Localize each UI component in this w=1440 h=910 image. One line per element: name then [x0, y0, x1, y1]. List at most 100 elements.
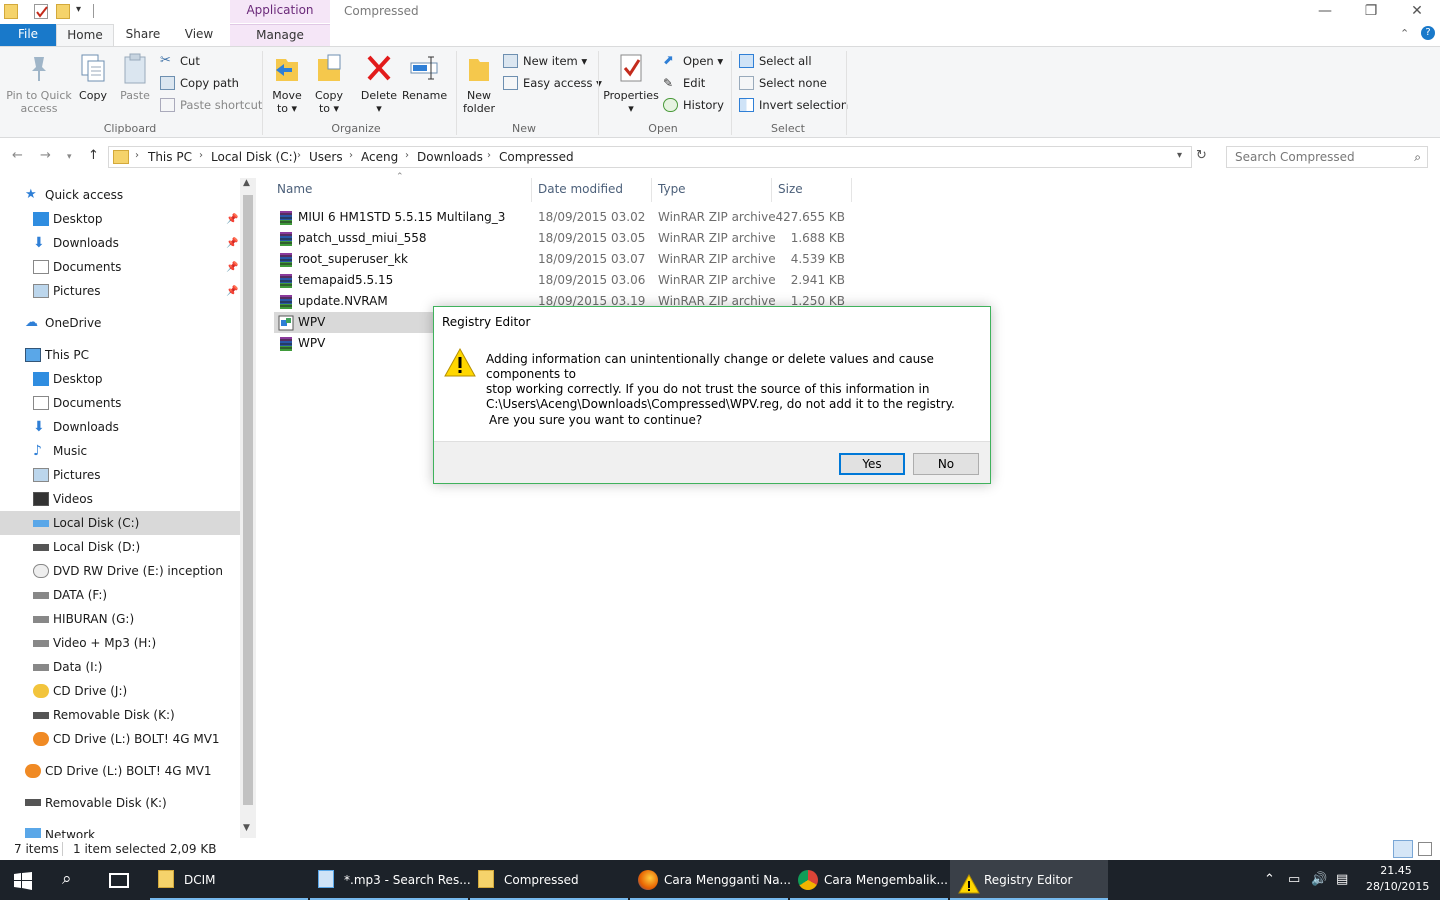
select-all-button[interactable]: Select all: [739, 51, 812, 71]
tab-share[interactable]: Share: [118, 24, 168, 47]
group-label-select: Select: [771, 122, 805, 135]
file-row[interactable]: root_superuser_kk 18/09/2015 03.07 WinRAR …: [274, 249, 849, 270]
column-header-date[interactable]: Date modified: [538, 180, 623, 200]
column-divider[interactable]: [531, 178, 532, 202]
up-arrow-icon[interactable]: ↑: [88, 148, 99, 163]
history-button[interactable]: History: [663, 95, 724, 115]
new-folder-button[interactable]: New folder: [460, 51, 498, 115]
taskbar-item[interactable]: Cara Mengembalik...: [790, 860, 948, 900]
taskbar-item[interactable]: Registry Editor: [950, 860, 1108, 900]
help-icon[interactable]: ?: [1421, 26, 1435, 40]
recent-chevron-icon[interactable]: ▾: [67, 152, 72, 162]
breadcrumb-chevron-icon: ›: [199, 150, 203, 161]
copy-button[interactable]: Copy: [76, 51, 110, 102]
breadcrumb-aceng[interactable]: Aceng: [361, 150, 398, 164]
tray-chevron-icon[interactable]: ⌃: [1264, 860, 1275, 900]
taskbar-item[interactable]: DCIM: [150, 860, 308, 900]
title-bar: ▾ Application Tools Compressed — ❐ ✕: [0, 0, 1440, 37]
easy-access-button[interactable]: Easy access ▾: [503, 73, 602, 93]
breadcrumb-users[interactable]: Users: [309, 150, 343, 164]
file-row[interactable]: MIUI 6 HM1STD 5.5.15 Multilang_3 18/09/20…: [274, 207, 849, 228]
new-folder-icon[interactable]: [56, 4, 70, 19]
registry-editor-dialog: Registry Editor Adding information can u…: [433, 306, 991, 484]
paste-shortcut-button[interactable]: Paste shortcut: [160, 95, 262, 115]
minimize-button[interactable]: —: [1302, 0, 1348, 24]
back-arrow-icon[interactable]: ←: [12, 148, 23, 163]
copy-path-button[interactable]: Copy path: [160, 73, 239, 93]
address-dropdown-chevron-icon[interactable]: ▾: [1177, 150, 1182, 161]
select-all-icon: [739, 54, 754, 68]
pin-icon[interactable]: 📌: [226, 262, 238, 273]
open-button[interactable]: ⬈ Open ▾: [663, 51, 723, 71]
cd-drive-icon: [33, 732, 49, 746]
file-row[interactable]: patch_ussd_miui_558 18/09/2015 03.05 WinRA…: [274, 228, 849, 249]
column-header-size[interactable]: Size: [778, 180, 803, 200]
customize-quick-access-chevron-icon[interactable]: ▾: [76, 4, 81, 15]
column-divider[interactable]: [651, 178, 652, 202]
yes-button[interactable]: Yes: [839, 453, 905, 475]
select-none-button[interactable]: Select none: [739, 73, 827, 93]
tab-home[interactable]: Home: [56, 24, 114, 47]
taskbar: ⌕ DCIM *.mp3 - Search Res... Compressed Car…: [0, 860, 1440, 900]
delete-button[interactable]: Delete ▾: [360, 51, 398, 115]
close-button[interactable]: ✕: [1394, 0, 1440, 24]
task-view-icon[interactable]: [109, 873, 129, 888]
paste-button[interactable]: Paste: [118, 51, 152, 102]
search-input[interactable]: Search Compressed ⌕: [1226, 146, 1428, 168]
large-icons-view-icon[interactable]: [1418, 842, 1432, 856]
search-icon[interactable]: ⌕: [62, 869, 72, 889]
column-header-type[interactable]: Type: [658, 180, 686, 200]
breadcrumb-this-pc[interactable]: This PC: [148, 150, 192, 164]
breadcrumb-compressed[interactable]: Compressed: [499, 150, 574, 164]
column-header-name[interactable]: Name: [277, 180, 312, 200]
rename-button[interactable]: Rename: [402, 51, 447, 102]
pin-icon[interactable]: 📌: [226, 238, 238, 249]
copy-path-icon: [160, 76, 175, 90]
taskbar-item[interactable]: *.mp3 - Search Res...: [310, 860, 471, 900]
nav-pc-item[interactable]: Local Disk (C:): [0, 511, 240, 535]
refresh-icon[interactable]: ↻: [1196, 148, 1207, 163]
minimize-ribbon-chevron-icon[interactable]: ⌃: [1400, 27, 1409, 40]
tab-view[interactable]: View: [176, 24, 222, 47]
cut-button[interactable]: ✂ Cut: [160, 51, 200, 71]
edit-button[interactable]: ✎ Edit: [663, 73, 705, 93]
volume-icon[interactable]: 🔊: [1311, 860, 1327, 900]
file-row[interactable]: WPV: [274, 312, 434, 333]
pin-icon[interactable]: 📌: [226, 286, 238, 297]
breadcrumb-local-disk-c[interactable]: Local Disk (C:): [211, 150, 297, 164]
action-center-icon[interactable]: ▤: [1336, 860, 1348, 900]
pin-to-quick-access-button[interactable]: Pin to Quick access: [4, 51, 74, 115]
copy-to-button[interactable]: Copy to ▾: [312, 51, 346, 115]
breadcrumb-downloads[interactable]: Downloads: [417, 150, 483, 164]
sort-ascending-chevron-icon: ⌃: [396, 172, 404, 182]
no-button[interactable]: No: [913, 453, 979, 475]
maximize-button[interactable]: ❐: [1348, 0, 1394, 24]
taskbar-item[interactable]: Cara Mengganti Na...: [630, 860, 791, 900]
folder-icon: [478, 870, 494, 888]
nav-scrollbar[interactable]: ▲ ▼: [240, 178, 256, 838]
new-item-button[interactable]: New item ▾: [503, 51, 587, 71]
forward-arrow-icon[interactable]: →: [40, 148, 51, 163]
column-divider[interactable]: [851, 178, 852, 202]
scroll-down-chevron-icon[interactable]: ▼: [243, 823, 250, 833]
column-divider[interactable]: [771, 178, 772, 202]
properties-button[interactable]: Properties ▾: [602, 51, 660, 115]
address-box[interactable]: › This PC › Local Disk (C:) › Users › Ac…: [108, 146, 1192, 168]
network-icon[interactable]: ▭: [1288, 860, 1300, 900]
scroll-thumb[interactable]: [243, 195, 253, 805]
properties-check-icon[interactable]: [34, 4, 48, 19]
taskbar-item[interactable]: Compressed: [470, 860, 628, 900]
invert-selection-button[interactable]: Invert selection: [739, 95, 848, 115]
windows-start-icon[interactable]: [14, 872, 32, 893]
file-row[interactable]: temapaid5.5.15 18/09/2015 03.06 WinRAR ZIP…: [274, 270, 849, 291]
tab-manage[interactable]: Manage: [230, 24, 330, 47]
folder-icon[interactable]: [4, 4, 18, 19]
open-icon: ⬈: [663, 53, 674, 68]
scroll-up-chevron-icon[interactable]: ▲: [243, 178, 250, 188]
details-view-icon[interactable]: [1393, 840, 1413, 858]
clock[interactable]: 21.45 28/10/2015: [1366, 863, 1429, 895]
tab-file[interactable]: File: [0, 24, 56, 47]
ribbon-separator: [846, 51, 847, 135]
pin-icon[interactable]: 📌: [226, 214, 238, 225]
move-to-button[interactable]: Move to ▾: [270, 51, 304, 115]
